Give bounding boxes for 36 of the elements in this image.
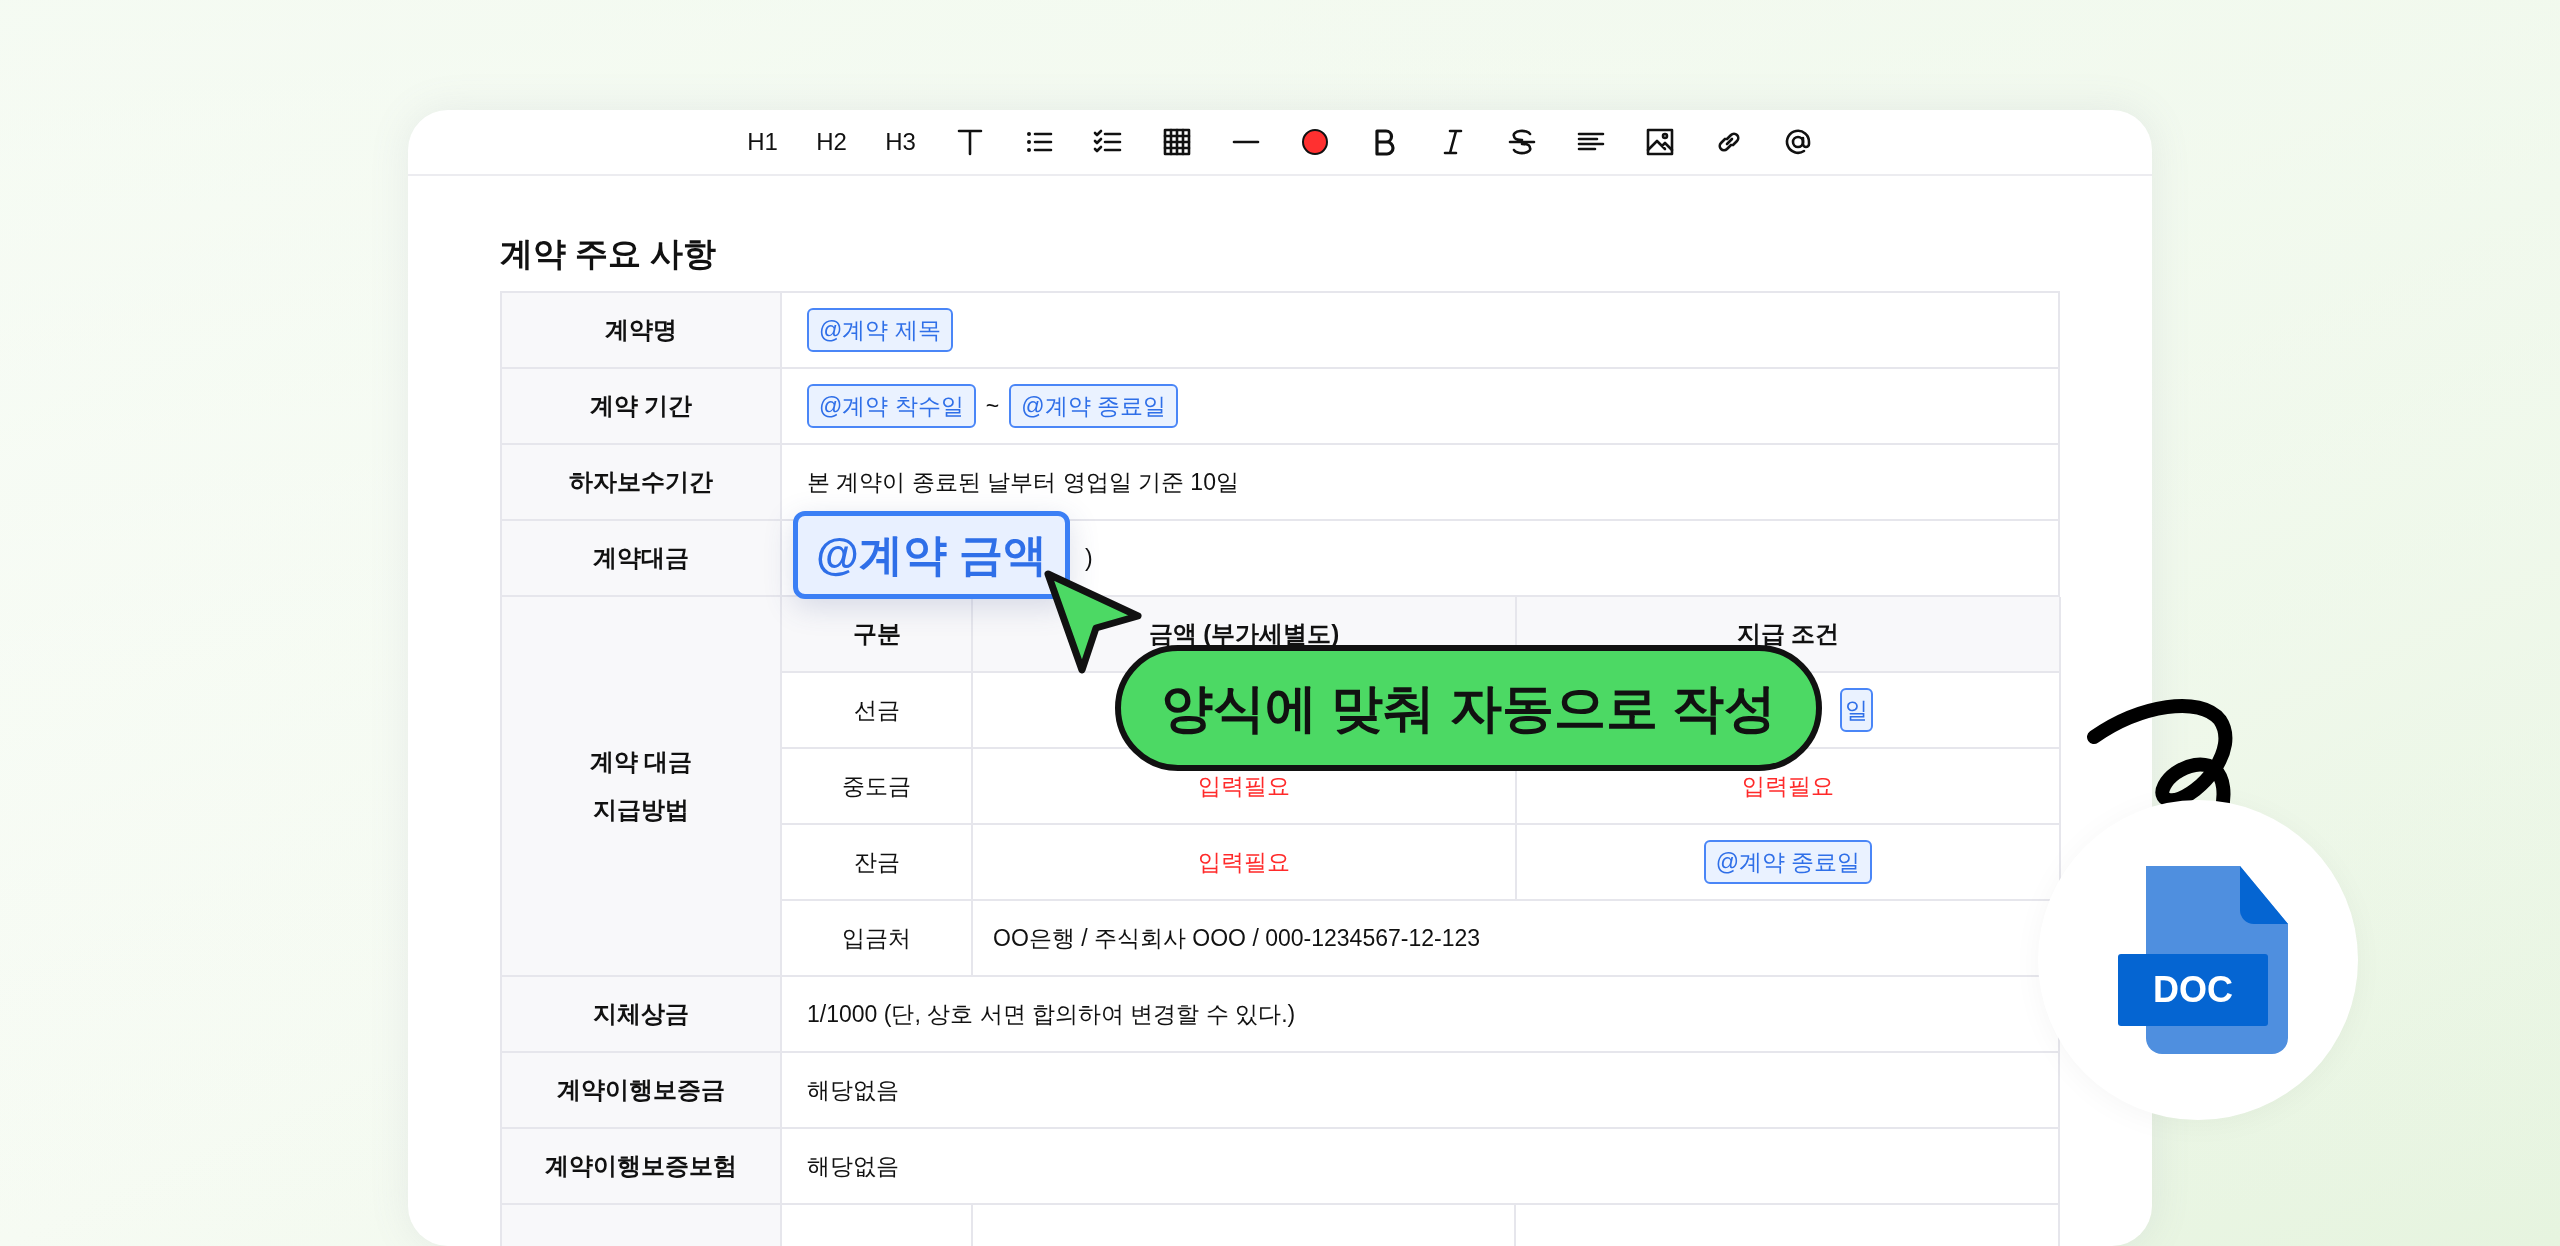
row-label: 계약명 — [605, 315, 677, 345]
mention-tag[interactable]: @계약 제목 — [807, 307, 953, 353]
heading-button[interactable]: H3 — [866, 122, 935, 162]
cell-text: 본 계약이 종료된 날부터 영업일 기준 10일 — [807, 467, 1239, 497]
section-title: 계약 주요 사항 — [500, 233, 717, 274]
mention-tag[interactable]: @계약 종료일 — [1009, 383, 1178, 429]
cell-text: 잔금 — [853, 847, 900, 877]
required-note: 입력필요 — [1198, 771, 1290, 801]
mention-tag[interactable]: @계약 종료일 — [1703, 839, 1873, 885]
row-label: 계약 대금 지급방법 — [589, 747, 693, 825]
cell-text: ) — [1085, 543, 1093, 573]
cell-text: OO은행 / 주식회사 OOO / 000-1234567-12-123 — [993, 923, 1481, 953]
cell-text: 중도금 — [842, 771, 911, 801]
row-label: 계약이행보증보험 — [545, 1151, 737, 1181]
cell-text: ~ — [985, 391, 1000, 421]
row-label: 지체상금 — [593, 999, 689, 1029]
mention-tag[interactable]: 일 — [1840, 687, 1873, 733]
heading-button[interactable]: H1 — [728, 122, 797, 162]
cell-text: 해당없음 — [807, 1151, 899, 1181]
cell-text: 해당없음 — [807, 1075, 899, 1105]
mention-tag[interactable]: @계약 금액 — [793, 511, 1071, 599]
callout-pill: 양식에 맞춰 자동으로 작성 — [1115, 645, 1823, 771]
row-label: 계약이행보증금 — [557, 1075, 725, 1105]
row-label: 하자보수기간 — [569, 467, 713, 497]
heading-button[interactable]: H2 — [797, 122, 866, 162]
required-note: 입력필요 — [1198, 847, 1290, 877]
cursor-arrow-icon — [1044, 570, 1142, 674]
row-label: 계약대금 — [593, 543, 689, 573]
cell-text: 1/1000 (단, 상호 서면 합의하여 변경할 수 있다.) — [807, 999, 1296, 1029]
required-note: 입력필요 — [1742, 771, 1834, 801]
cell-text: 입금처 — [842, 923, 911, 953]
doc-label: DOC — [2152, 968, 2234, 1012]
row-label: 계약 기간 — [589, 391, 693, 421]
column-header: 구분 — [852, 619, 901, 649]
mention-tag[interactable]: @계약 착수일 — [807, 383, 976, 429]
cell-text: 선금 — [853, 695, 900, 725]
